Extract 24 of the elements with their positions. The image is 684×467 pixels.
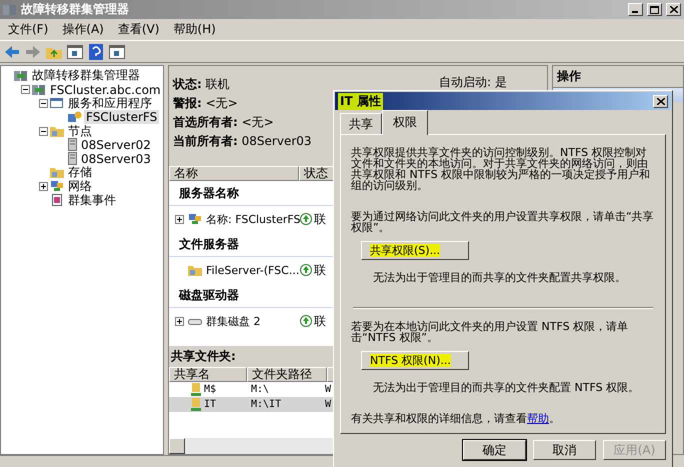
instruction-text: 若要为在本地访问此文件夹的用户设置 NTFS 权限，请单击“NTFS 权限”。 <box>351 321 630 343</box>
summary-line: 状态: 联机 <box>173 76 230 93</box>
window-title: 故障转移群集管理器 <box>21 1 130 18</box>
dialog-title: IT 属性 <box>338 92 383 110</box>
status-text: 联 <box>314 262 326 278</box>
folder-path: M:\ <box>251 384 270 395</box>
resource-name: 群集磁盘 2 <box>206 314 262 328</box>
resource-name: FileServer-(FSC... <box>206 264 296 276</box>
instruction-text: 要为通过网络访问此文件夹的用户设置共享权限，请单击“共享权限”。 <box>351 211 655 233</box>
summary-line: 警报: <无> <box>173 95 238 112</box>
note-text: 无法为出于管理目的而共享的文件夹配置共享权限。 <box>373 270 627 285</box>
folder-path: M:\IT <box>251 399 282 410</box>
note-text: 无法为出于管理目的而共享的文件夹配置 NTFS 权限。 <box>373 380 640 395</box>
summary-line: 首选所有者: <无> <box>173 114 274 131</box>
help-text: 有关共享和权限的详细信息，请查看帮助。 <box>351 413 561 424</box>
status-text: 联 <box>314 210 326 228</box>
summary-line: 当前所有者: 08Server03 <box>173 133 312 150</box>
table-cell: W <box>325 384 332 395</box>
status-text: 联 <box>314 312 326 330</box>
share-name: M$ <box>204 384 216 395</box>
section-title: 共享文件夹: <box>170 348 236 365</box>
table-cell: W <box>325 399 332 410</box>
auto-start-text: 自动启动: 是 <box>439 74 507 91</box>
share-name: IT <box>204 399 216 410</box>
